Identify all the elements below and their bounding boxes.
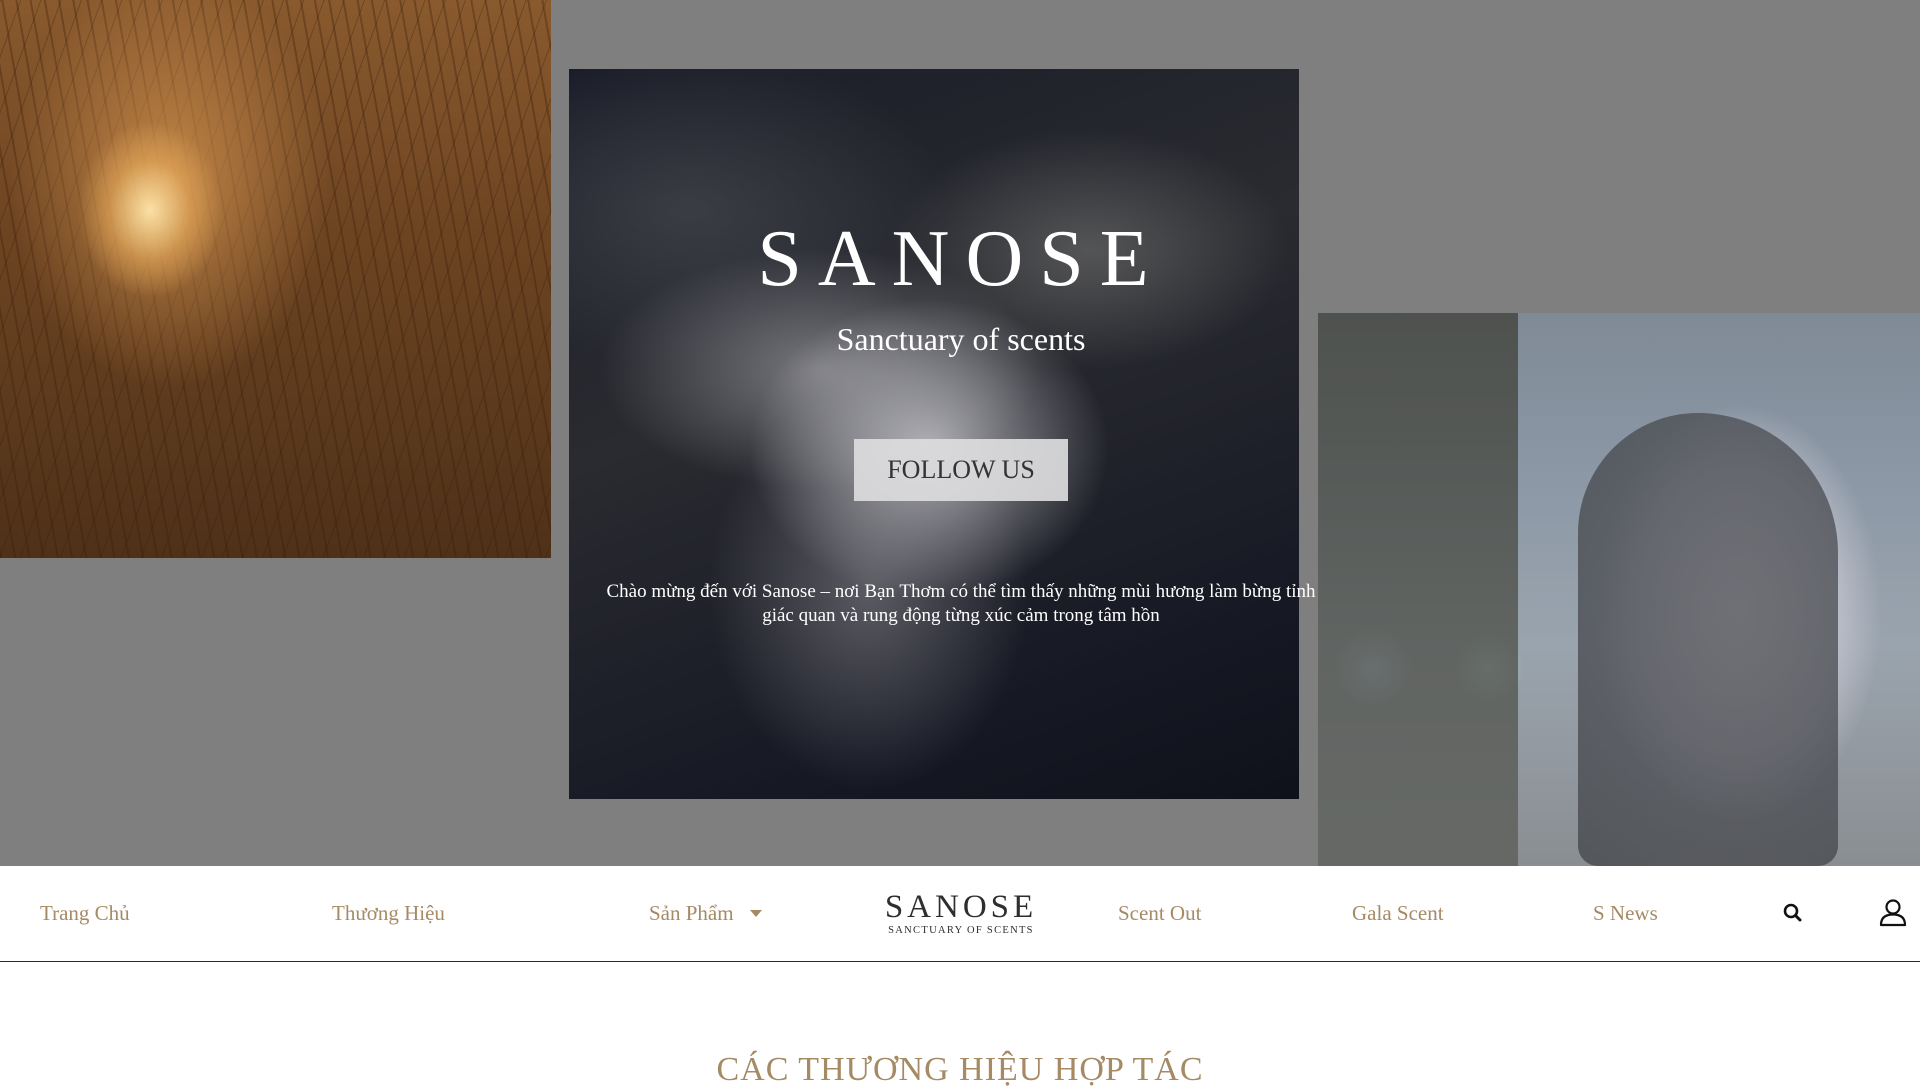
nav-item-scent-out[interactable]: Scent Out [1118, 866, 1201, 961]
nav-logo[interactable]: SANOSE SANCTUARY OF SCENTS [870, 890, 1052, 940]
nav-item-gala-scent[interactable]: Gala Scent [1352, 866, 1444, 961]
hero-section: SANOSE Sanctuary of scents FOLLOW US Chà… [0, 0, 1920, 866]
hero-photo-silhouette [1318, 313, 1920, 866]
main-navbar: Trang Chủ Thương Hiệu Sản Phẩm SANOSE SA… [0, 866, 1920, 962]
nav-item-san-pham-label: Sản Phẩm [649, 901, 734, 925]
welcome-line-1: Chào mừng đến với Sanose – nơi Bạn Thơm … [606, 581, 1316, 602]
hero-content: SANOSE Sanctuary of scents FOLLOW US Chà… [569, 69, 1353, 799]
hero-photo-forest [0, 0, 551, 558]
partner-brands-heading: CÁC THƯƠNG HIỆU HỢP TÁC [716, 1051, 1204, 1088]
chevron-down-icon[interactable] [749, 910, 762, 918]
welcome-line-2: giác quan và rung động từng xúc cảm tron… [762, 605, 1160, 626]
follow-us-button[interactable]: FOLLOW US [854, 439, 1068, 501]
user-icon[interactable] [1876, 896, 1910, 930]
nav-item-s-news[interactable]: S News [1593, 866, 1658, 961]
hero-brand-title: SANOSE [757, 215, 1165, 303]
nav-logo-word: SANOSE [884, 889, 1038, 925]
nav-item-san-pham[interactable]: Sản Phẩm [649, 866, 762, 961]
hero-welcome-text: Chào mừng đến với Sanose – nơi Bạn Thơm … [569, 580, 1353, 628]
search-icon[interactable] [1776, 896, 1810, 930]
nav-item-thuong-hieu[interactable]: Thương Hiệu [332, 866, 445, 961]
hero-tagline: Sanctuary of scents [836, 321, 1086, 357]
nav-logo-subtitle: SANCTUARY OF SCENTS [888, 925, 1034, 936]
nav-item-trang-chu[interactable]: Trang Chủ [40, 866, 130, 961]
